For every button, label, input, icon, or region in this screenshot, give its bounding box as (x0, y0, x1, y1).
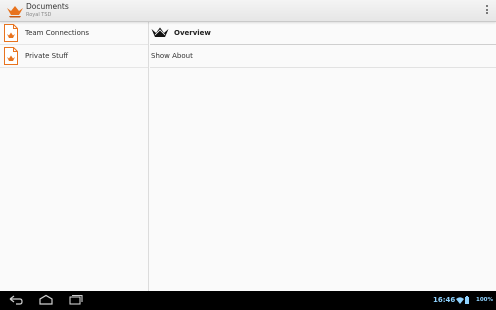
recent-apps-icon[interactable] (68, 294, 84, 306)
show-about-label: Show About (151, 52, 193, 60)
detail-pane: Overview Show About (150, 22, 496, 291)
clock-time: 16:46 (433, 296, 456, 304)
system-bar: 16:46 100% (0, 291, 496, 310)
list-item[interactable]: Team Connections (0, 22, 148, 45)
overview-row[interactable]: Overview (150, 22, 496, 45)
battery-icon (465, 296, 469, 304)
app-title: Documents (26, 2, 69, 11)
home-icon[interactable] (38, 294, 54, 306)
app-logo-icon[interactable] (6, 4, 24, 18)
list-item-label: Private Stuff (25, 52, 69, 60)
list-item[interactable]: Private Stuff (0, 45, 148, 68)
app-subtitle: Royal TSD (26, 11, 52, 18)
action-bar: Documents Royal TSD (0, 0, 496, 22)
back-icon[interactable] (8, 294, 24, 306)
document-list: Team Connections Private Stuff (0, 22, 149, 291)
list-item[interactable]: Show About (150, 45, 496, 68)
document-icon (4, 24, 18, 42)
wifi-icon (456, 297, 464, 304)
battery-percentage: 100% (476, 297, 493, 303)
crown-logo-icon (151, 27, 169, 37)
overflow-menu-icon[interactable] (484, 5, 490, 17)
list-item-label: Team Connections (25, 29, 89, 37)
title-block: Documents Royal TSD (26, 3, 69, 18)
document-icon (4, 47, 18, 65)
overview-label: Overview (174, 29, 211, 37)
